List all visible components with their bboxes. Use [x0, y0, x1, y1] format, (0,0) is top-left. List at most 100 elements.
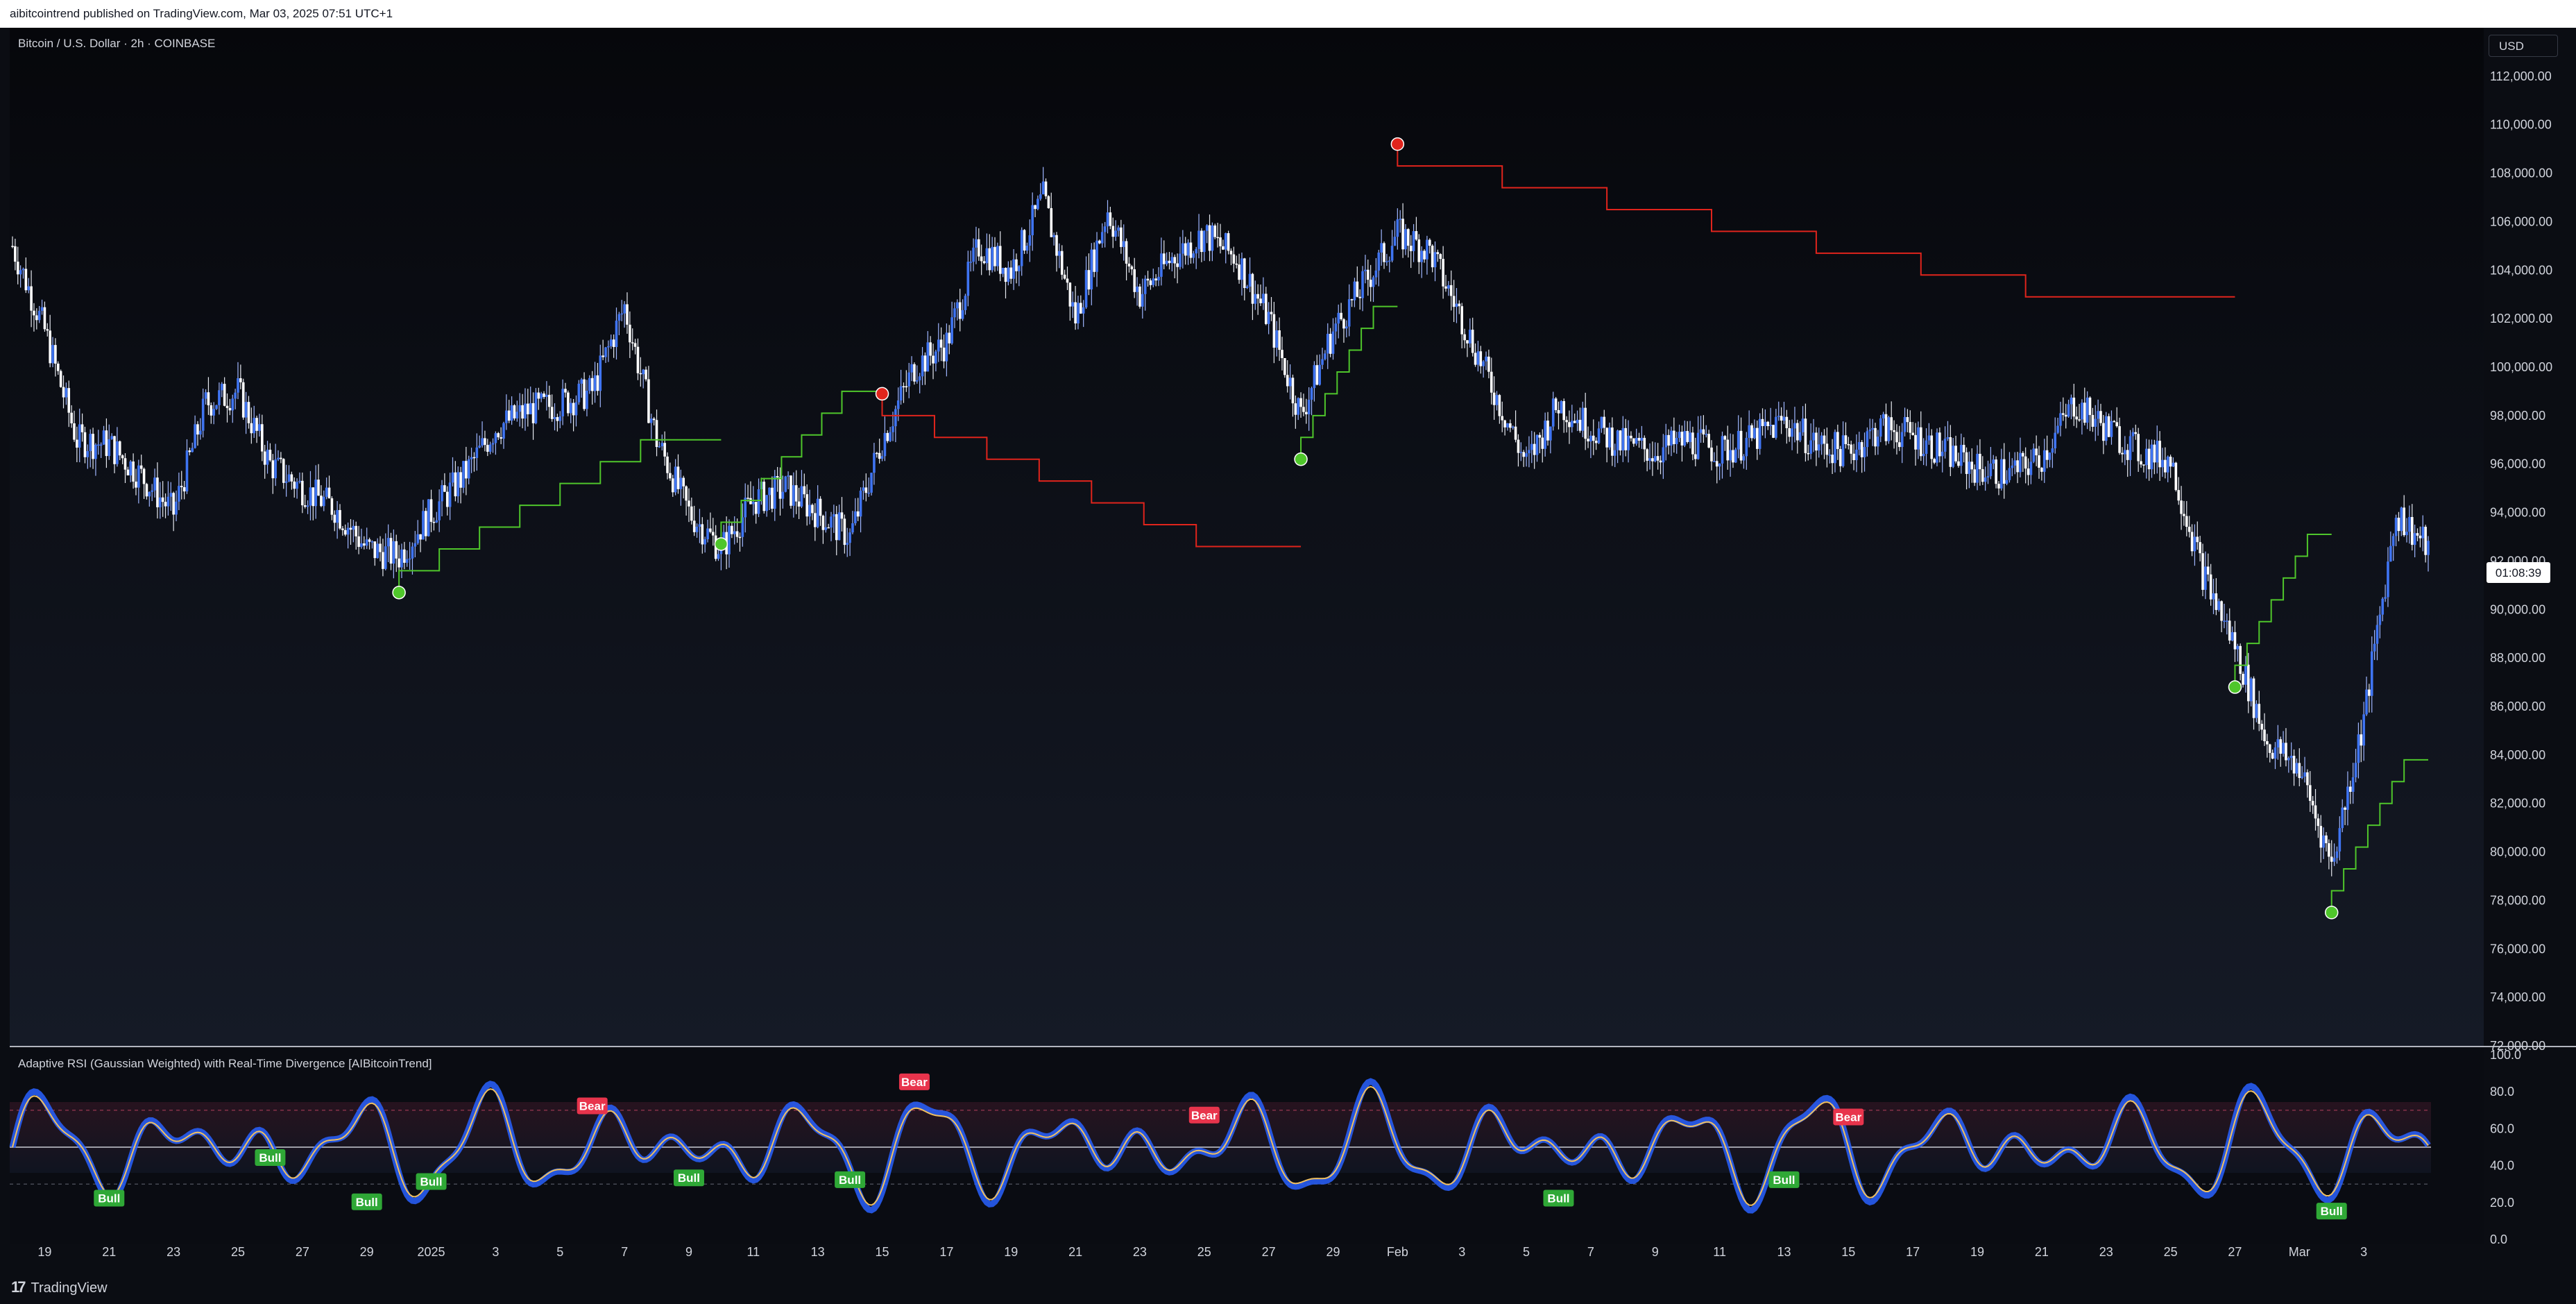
candle-body — [475, 447, 479, 458]
candle-body — [905, 386, 908, 388]
candle-body — [1037, 198, 1039, 210]
candle-body — [1485, 356, 1487, 362]
candle-body — [280, 457, 282, 459]
price-pane-background — [10, 28, 2484, 1046]
candle-body — [1369, 280, 1372, 287]
currency-button[interactable]: USD — [2489, 35, 2558, 57]
candle-body — [980, 256, 983, 262]
candle-body — [250, 423, 253, 434]
candle-body — [1581, 407, 1585, 431]
indicator-title: Adaptive RSI (Gaussian Weighted) with Re… — [18, 1057, 432, 1070]
candle-body — [284, 481, 288, 483]
candle-body — [1755, 427, 1759, 449]
candle-body — [1866, 431, 1869, 448]
candle-body — [583, 379, 586, 409]
candle-body — [2413, 533, 2416, 545]
candle-body — [2354, 763, 2357, 778]
time-tick-label: Feb — [1387, 1245, 1408, 1259]
candle-body — [1646, 449, 1648, 461]
candle-body — [2201, 553, 2204, 590]
candle-body — [153, 477, 156, 491]
time-tick-label: 5 — [1523, 1245, 1530, 1259]
candle-body — [833, 514, 835, 517]
candle-body — [2384, 597, 2387, 599]
candle-body — [1200, 230, 1203, 253]
candle-body — [51, 345, 54, 364]
candle-body — [771, 487, 774, 509]
candle-body — [669, 473, 672, 479]
candle-body — [1041, 181, 1045, 195]
candle-body — [537, 392, 540, 399]
candle-body — [156, 477, 159, 507]
candle-body — [1906, 417, 1909, 423]
candle-body — [1874, 427, 1877, 447]
candle-body — [811, 505, 814, 514]
chart-canvas[interactable]: Bull Bull Bull Bull Bear Bull Bull Bear Bear Bull… — [0, 28, 2576, 1271]
candle-body — [1136, 286, 1138, 292]
candle-body — [873, 452, 876, 473]
footer-brand[interactable]: 17 TradingView — [0, 1271, 2576, 1303]
candle-body — [991, 246, 993, 271]
brand-name: TradingView — [31, 1280, 108, 1296]
candle-body — [1009, 267, 1013, 279]
candle-body — [1168, 260, 1171, 264]
candle-body — [2094, 418, 2097, 427]
candle-body — [1839, 449, 1842, 466]
candle-body — [1909, 422, 1912, 433]
time-tick-label: 9 — [1652, 1245, 1659, 1259]
candle-body — [1415, 231, 1418, 240]
candle-body — [373, 541, 377, 559]
candle-body — [921, 355, 924, 377]
candle-body — [572, 403, 575, 416]
candle-body — [781, 491, 785, 499]
candle-body — [2314, 805, 2317, 819]
price-tick-label: 84,000.00 — [2490, 748, 2545, 762]
candle-body — [467, 459, 470, 479]
candle-body — [1224, 233, 1227, 250]
candle-body — [1229, 251, 1233, 255]
candle-body — [1060, 251, 1064, 275]
candle-body — [2360, 734, 2363, 746]
candle-body — [1624, 427, 1628, 450]
candle-body — [1938, 432, 1941, 457]
candle-body — [1600, 416, 1603, 429]
candle-body — [239, 378, 242, 382]
candle-body — [2059, 413, 2062, 426]
candle-body — [188, 450, 191, 452]
candle-body — [797, 501, 801, 507]
candle-body — [1028, 235, 1032, 246]
candle-body — [899, 386, 903, 401]
candle-body — [1479, 351, 1483, 366]
candle-body — [317, 480, 320, 496]
candle-body — [2054, 432, 2057, 449]
candle-body — [1670, 430, 1673, 446]
candle-body — [2005, 480, 2008, 484]
candle-body — [993, 246, 996, 266]
candle-body — [1965, 452, 1968, 474]
candle-body — [201, 398, 205, 431]
candle-body — [958, 302, 962, 319]
candle-body — [322, 496, 325, 507]
candle-body — [1240, 258, 1243, 280]
candle-body — [2328, 843, 2330, 857]
candle-body — [1195, 248, 1197, 254]
candle-body — [1549, 426, 1552, 441]
candle-body — [2011, 465, 2014, 468]
candle-body — [261, 424, 264, 452]
candle-body — [1082, 307, 1085, 314]
candle-body — [1227, 233, 1230, 251]
candle-body — [1535, 434, 1539, 455]
candle-body — [604, 347, 607, 357]
candle-body — [2266, 741, 2269, 745]
candle-body — [835, 514, 838, 541]
candle-body — [1447, 285, 1450, 289]
candle-body — [1098, 240, 1101, 244]
candle-body — [626, 304, 629, 325]
candle-body — [2389, 545, 2392, 562]
candle-body — [2142, 464, 2145, 466]
candle-body — [1326, 334, 1329, 354]
candle-body — [54, 345, 57, 364]
bull-signal-marker — [392, 586, 406, 600]
candle-body — [172, 493, 175, 515]
candle-body — [929, 342, 932, 356]
